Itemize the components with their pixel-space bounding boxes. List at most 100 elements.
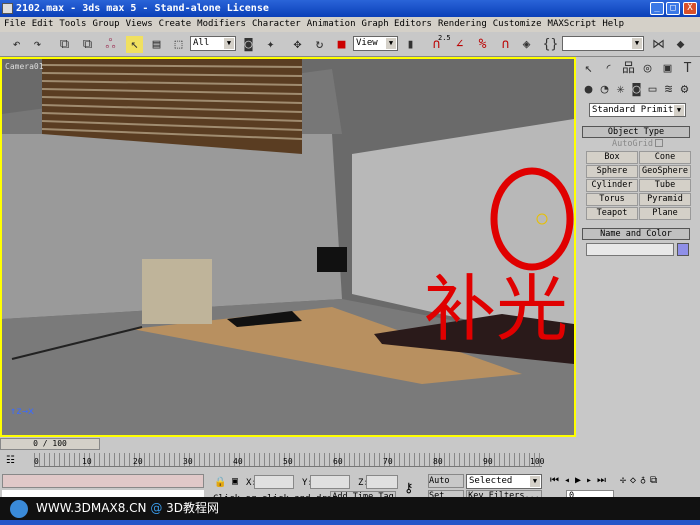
object-type-title: Object Type: [607, 127, 665, 137]
pyramid-button[interactable]: Pyramid: [639, 193, 691, 206]
align-icon[interactable]: ◆: [672, 36, 689, 53]
app-icon: [2, 3, 13, 14]
cameras-icon[interactable]: ◙: [628, 81, 645, 98]
tube-button[interactable]: Tube: [639, 179, 691, 192]
menu-file[interactable]: File: [4, 17, 26, 32]
camera-viewport[interactable]: 补光 ↑z→x Camera01: [0, 57, 576, 437]
playback-controls-icon[interactable]: ⏮◂▶▸⏭: [550, 475, 611, 486]
object-type-rollout[interactable]: Object Type: [582, 126, 690, 138]
display-tab-icon[interactable]: ▣: [659, 60, 676, 77]
select-object-icon[interactable]: ↖: [126, 36, 143, 53]
redo-icon[interactable]: ↷: [29, 36, 46, 53]
rotate-icon[interactable]: ↻: [311, 36, 328, 53]
named-selection-dropdown[interactable]: [562, 36, 644, 51]
scale-icon[interactable]: ■: [333, 36, 350, 53]
reference-coordinate-dropdown[interactable]: View: [353, 36, 398, 51]
menu-edit[interactable]: Edit: [32, 17, 54, 32]
object-name-input[interactable]: [586, 243, 674, 256]
key-icon[interactable]: ⚷: [404, 481, 414, 496]
menu-modifiers[interactable]: Modifiers: [197, 17, 246, 32]
menu-help[interactable]: Help: [602, 17, 624, 32]
minimize-button[interactable]: _: [650, 2, 664, 15]
select-and-manipulate-icon[interactable]: ✦: [262, 36, 279, 53]
autogrid-label: AutoGrid: [612, 139, 653, 149]
plane-button[interactable]: Plane: [639, 207, 691, 220]
selection-filter-dropdown[interactable]: All: [190, 36, 236, 51]
space-warps-icon[interactable]: ≋: [660, 81, 677, 98]
axis-gizmo-icon: ↑z→x: [10, 406, 34, 417]
box-button[interactable]: Box: [586, 151, 638, 164]
torus-button[interactable]: Torus: [586, 193, 638, 206]
viewport-navigation-icons[interactable]: ✢◇♁⧉: [620, 475, 661, 486]
cylinder-button[interactable]: Cylinder: [586, 179, 638, 192]
key-mode-dropdown[interactable]: Selected: [466, 474, 542, 489]
menu-maxscript[interactable]: MAXScript: [548, 17, 597, 32]
tick-label: 60: [333, 457, 343, 466]
menu-tools[interactable]: Tools: [59, 17, 86, 32]
category-dropdown[interactable]: Standard Primitiv: [589, 103, 686, 117]
y-coordinate-field[interactable]: [310, 475, 350, 489]
title-bar: 2102.max - 3ds max 5 - Stand-alone Licen…: [0, 0, 700, 17]
named-selection-icon[interactable]: ◈: [518, 36, 535, 53]
move-icon[interactable]: ✥: [289, 36, 306, 53]
modify-tab-icon[interactable]: ◜: [600, 60, 617, 77]
bind-space-warp-icon[interactable]: ஃ: [102, 36, 119, 53]
object-color-swatch[interactable]: [677, 243, 689, 256]
name-and-color-rollout[interactable]: Name and Color: [582, 228, 690, 240]
name-and-color-title: Name and Color: [600, 229, 672, 239]
menu-rendering[interactable]: Rendering: [438, 17, 487, 32]
menu-animation[interactable]: Animation: [307, 17, 356, 32]
autogrid-checkbox[interactable]: [655, 139, 663, 147]
select-by-name-icon[interactable]: ▤: [148, 36, 165, 53]
menu-group[interactable]: Group: [92, 17, 119, 32]
maxscript-listener[interactable]: [2, 474, 204, 488]
z-coordinate-field[interactable]: [366, 475, 398, 489]
tick-label: 70: [383, 457, 393, 466]
track-bar-icon[interactable]: ☷: [6, 455, 20, 467]
absolute-mode-icon[interactable]: ▣: [232, 476, 238, 487]
undo-icon[interactable]: ↶: [8, 36, 25, 53]
helpers-icon[interactable]: ▭: [644, 81, 661, 98]
auto-key-button[interactable]: Auto Key: [428, 474, 464, 488]
mirror-icon[interactable]: ⋈: [650, 36, 667, 53]
x-coordinate-field[interactable]: [254, 475, 294, 489]
cone-button[interactable]: Cone: [639, 151, 691, 164]
angle-snap-icon[interactable]: ∠: [451, 36, 468, 53]
tick-label: 40: [233, 457, 243, 466]
percent-snap-icon[interactable]: %: [474, 36, 491, 53]
rectangular-selection-icon[interactable]: ⬚: [170, 36, 187, 53]
edit-named-selection-icon[interactable]: {}: [542, 36, 559, 53]
unlink-icon[interactable]: ⧉: [79, 36, 96, 53]
tick-label: 90: [483, 457, 493, 466]
tick-label: 50: [283, 457, 293, 466]
window-crossing-icon[interactable]: ◙: [240, 36, 257, 53]
menu-create[interactable]: Create: [159, 17, 192, 32]
motion-tab-icon[interactable]: ◎: [639, 60, 656, 77]
lights-icon[interactable]: ✳: [612, 81, 629, 98]
sphere-button[interactable]: Sphere: [586, 165, 638, 178]
shapes-icon[interactable]: ◔: [596, 81, 613, 98]
hierarchy-tab-icon[interactable]: 品: [620, 60, 637, 77]
menu-customize[interactable]: Customize: [493, 17, 542, 32]
annotation-text: 补光: [424, 267, 568, 351]
menu-views[interactable]: Views: [126, 17, 153, 32]
geometry-icon[interactable]: ●: [580, 81, 597, 98]
time-slider[interactable]: 0 / 100: [0, 438, 100, 450]
tick-label: 80: [433, 457, 443, 466]
snap-dimension-label: 2.5: [438, 34, 451, 42]
menu-graph-editors[interactable]: Graph Editors: [362, 17, 432, 32]
geosphere-button[interactable]: GeoSphere: [639, 165, 691, 178]
menu-character[interactable]: Character: [252, 17, 301, 32]
select-link-icon[interactable]: ⧉: [56, 36, 73, 53]
systems-icon[interactable]: ⚙: [676, 81, 693, 98]
lock-icon[interactable]: 🔒: [214, 477, 226, 488]
watermark-url: WWW.3DMAX8.CN: [36, 501, 147, 515]
teapot-button[interactable]: Teapot: [586, 207, 638, 220]
close-button[interactable]: X: [683, 2, 697, 15]
maximize-button[interactable]: □: [666, 2, 680, 15]
spinner-snap-icon[interactable]: ∩: [497, 36, 514, 53]
utilities-tab-icon[interactable]: T: [679, 60, 696, 77]
viewport-label[interactable]: Camera01: [5, 62, 44, 71]
create-tab-icon[interactable]: ↖: [580, 60, 597, 77]
pivot-center-icon[interactable]: ▮: [402, 36, 419, 53]
